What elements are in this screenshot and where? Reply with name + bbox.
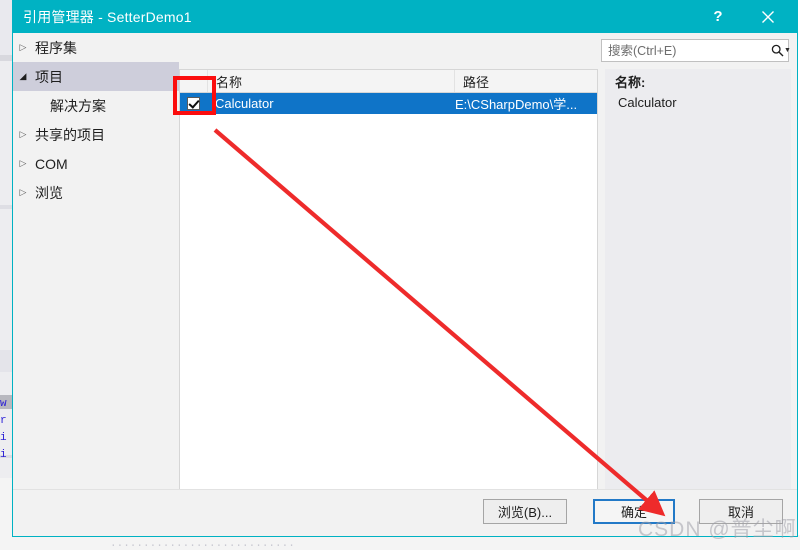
background-code-text: w r i i xyxy=(0,398,7,461)
chevron-right-icon[interactable]: ▷ xyxy=(13,42,33,53)
background-left-strip xyxy=(0,0,12,550)
list-header: 名称 路径 xyxy=(180,70,597,93)
category-tree: ▷ 程序集 ◢ 项目 解决方案 ▷ 共享的项目 ▷ COM ▷ 浏览 xyxy=(13,33,179,513)
tree-item-label: COM xyxy=(35,155,68,172)
tree-item-assemblies[interactable]: ▷ 程序集 xyxy=(13,33,179,62)
search-box[interactable]: ▼ xyxy=(601,39,791,62)
detail-panel: 名称: Calculator xyxy=(605,69,791,513)
dialog-body: ▷ 程序集 ◢ 项目 解决方案 ▷ 共享的项目 ▷ COM ▷ 浏览 搜索(Ct… xyxy=(13,33,797,536)
tree-item-shared-projects[interactable]: ▷ 共享的项目 xyxy=(13,120,179,149)
footer-bar: 浏览(B)... 确定 取消 xyxy=(13,489,797,536)
tree-item-label: 共享的项目 xyxy=(35,126,105,143)
tree-item-browse[interactable]: ▷ 浏览 xyxy=(13,178,179,207)
detail-name-value: Calculator xyxy=(618,95,677,110)
tree-item-com[interactable]: ▷ COM xyxy=(13,149,179,178)
column-header-path[interactable]: 路径 xyxy=(455,70,597,92)
detail-name-label: 名称: xyxy=(615,75,646,90)
chevron-down-icon[interactable]: ◢ xyxy=(13,71,33,82)
close-button[interactable] xyxy=(747,0,789,33)
row-checkbox-cell[interactable] xyxy=(180,97,207,110)
title-bar: 引用管理器 - SetterDemo1 ? xyxy=(13,0,797,33)
row-name: Calculator xyxy=(215,96,274,111)
row-path: E:\CSharpDemo\学... xyxy=(455,97,578,112)
reference-manager-dialog: 引用管理器 - SetterDemo1 ? ▷ 程序集 ◢ 项目 解决方案 ▷ … xyxy=(12,0,798,537)
column-header-name[interactable]: 名称 xyxy=(208,70,455,92)
reference-list[interactable]: 名称 路径 Calculator E:\CSharpDemo\学... xyxy=(179,69,598,513)
question-mark-icon: ? xyxy=(713,8,723,25)
tree-item-label: 解决方案 xyxy=(50,97,106,114)
help-button[interactable]: ? xyxy=(697,0,739,33)
chevron-right-icon[interactable]: ▷ xyxy=(13,158,33,169)
tree-item-label: 项目 xyxy=(35,68,63,85)
ok-button[interactable]: 确定 xyxy=(593,499,675,524)
close-icon xyxy=(762,10,774,23)
chevron-right-icon[interactable]: ▷ xyxy=(13,129,33,140)
tree-item-label: 程序集 xyxy=(35,39,77,56)
row-checkbox[interactable] xyxy=(187,97,200,110)
chevron-right-icon[interactable]: ▷ xyxy=(13,187,33,198)
chevron-down-icon[interactable]: ▼ xyxy=(784,47,794,54)
table-row[interactable]: Calculator E:\CSharpDemo\学... xyxy=(180,93,597,114)
tree-item-solution[interactable]: 解决方案 xyxy=(13,91,179,120)
browse-button[interactable]: 浏览(B)... xyxy=(483,499,567,524)
search-icon[interactable] xyxy=(771,44,784,57)
tree-item-label: 浏览 xyxy=(35,184,63,201)
column-header-checkbox xyxy=(180,70,208,92)
search-input[interactable] xyxy=(602,42,771,59)
dialog-title: 引用管理器 - SetterDemo1 xyxy=(23,8,192,25)
tree-item-projects[interactable]: ◢ 项目 xyxy=(13,62,179,91)
cancel-button[interactable]: 取消 xyxy=(699,499,783,524)
background-bottom-text: ............................ xyxy=(110,538,295,550)
